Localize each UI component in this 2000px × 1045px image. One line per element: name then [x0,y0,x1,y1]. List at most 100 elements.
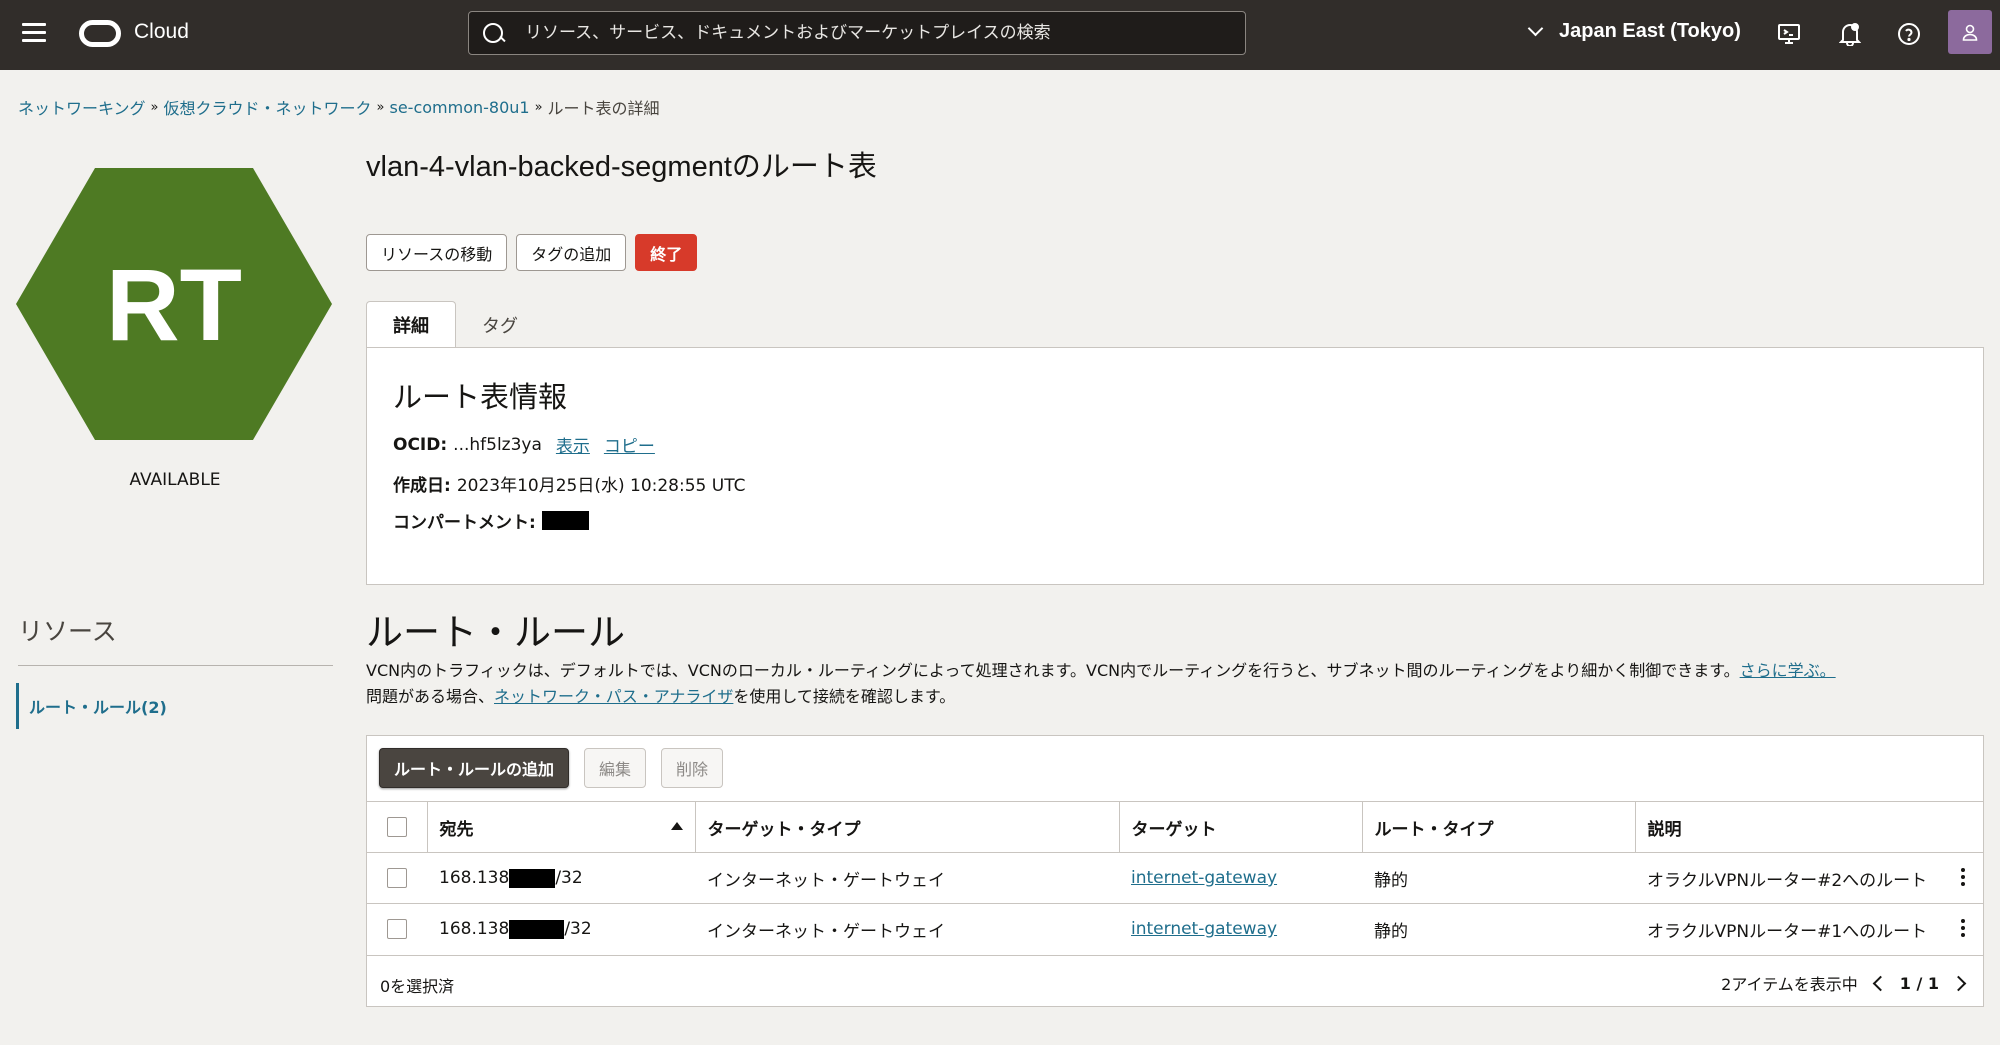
ocid-show-link[interactable]: 表示 [556,432,590,457]
ocid-label: OCID: [393,434,448,455]
breadcrumb-vcn-name[interactable]: se-common-80u1 [389,98,529,117]
row-select-cell [367,852,427,904]
terminate-button[interactable]: 終了 [635,234,698,271]
breadcrumb-vcn[interactable]: 仮想クラウド・ネットワーク [164,95,372,119]
pagination: 2アイテムを表示中 1 / 1 [1721,971,1971,995]
learn-more-link[interactable]: さらに学ぶ。 [1740,661,1836,680]
row-actions-menu-icon[interactable] [1955,866,1971,888]
destination-prefix: 168.138 [439,868,510,888]
target-link[interactable]: internet-gateway [1131,919,1277,939]
sort-ascending-icon[interactable] [670,821,683,830]
selected-count: 0を選択済 [380,977,455,996]
previous-page-icon[interactable] [1868,972,1890,994]
move-resource-button[interactable]: リソースの移動 [366,234,508,271]
search-icon [469,12,515,54]
compartment-row: コンパートメント: [393,508,589,533]
oracle-logo[interactable] [79,20,121,47]
detail-tabs: 詳細 タグ [366,301,544,349]
ocid-value: ...hf5lz3ya [453,434,542,455]
info-title: ルート表情報 [393,380,568,414]
tab-tags[interactable]: タグ [456,301,544,349]
add-tags-button[interactable]: タグの追加 [516,234,627,271]
brand-name[interactable]: Cloud [134,20,189,44]
top-bar: Cloud Japan East (Tokyo) [0,0,2000,70]
target-cell: internet-gateway [1119,903,1362,955]
search-input[interactable] [515,13,1245,53]
region-selector[interactable]: Japan East (Tokyo) [1527,20,1741,43]
route-type-cell: 静的 [1362,852,1635,904]
table-footer: 0を選択済 2アイテムを表示中 1 / 1 [367,955,1983,1007]
description-value: オラクルVPNルーター#1へのルート [1647,921,1928,942]
route-rules-table-panel: ルート・ルールの追加 編集 削除 宛先 ターゲット・タイプ ターゲット ルート・… [366,735,1984,1007]
column-header-target-type[interactable]: ターゲット・タイプ [694,801,1119,853]
destination-suffix: /32 [564,919,592,940]
route-rules-description: VCN内のトラフィックは、デフォルトでは、VCNのローカル・ルーティングによって… [366,658,1986,710]
page-title: vlan-4-vlan-backed-segmentのルート表 [366,151,877,183]
resource-route-rules-link[interactable]: ルート・ルール(2) [16,683,216,729]
hexagon-initials: RT [106,248,242,362]
destination-prefix: 168.138 [439,919,510,940]
search-bar[interactable] [468,11,1246,55]
menu-icon[interactable] [22,23,46,43]
ocid-row: OCID: ...hf5lz3ya 表示 コピー [393,432,655,458]
breadcrumb-current: ルート表の詳細 [547,99,660,118]
destination-redacted [509,919,565,939]
destination-redacted [509,868,556,888]
breadcrumb: ネットワーキング » 仮想クラウド・ネットワーク » se-common-80u… [18,95,660,119]
route-table-info-panel: ルート表情報 OCID: ...hf5lz3ya 表示 コピー 作成日: 202… [366,347,1984,585]
description-cell: オラクルVPNルーター#2へのルート [1635,852,1983,904]
resources-heading: リソース [18,617,117,646]
chevron-down-icon [1527,20,1544,37]
column-header-target[interactable]: ターゲット [1118,801,1362,853]
route-rules-heading: ルート・ルール [366,611,625,654]
column-header-route-type[interactable]: ルート・タイプ [1361,801,1635,853]
items-showing: 2アイテムを表示中 [1721,975,1858,994]
row-actions-menu-icon[interactable] [1955,917,1971,939]
ocid-copy-link[interactable]: コピー [604,432,655,457]
region-label: Japan East (Tokyo) [1559,20,1741,42]
edit-button[interactable]: 編集 [584,748,647,788]
created-label: 作成日: [393,476,451,496]
row-checkbox[interactable] [387,919,407,940]
created-value: 2023年10月25日(水) 10:28:55 UTC [456,476,746,496]
description-text-2: 問題がある場合、 [366,687,495,706]
breadcrumb-networking[interactable]: ネットワーキング [18,95,146,119]
breadcrumb-separator: » [534,99,543,115]
next-page-icon[interactable] [1949,972,1971,994]
help-icon[interactable] [1895,20,1923,48]
select-all-checkbox[interactable] [386,817,407,837]
network-path-analyzer-link[interactable]: ネットワーク・パス・アナライザ [494,687,733,706]
description-cell: オラクルVPNルーター#1へのルート [1635,903,1983,955]
tab-details[interactable]: 詳細 [366,301,456,349]
target-link[interactable]: internet-gateway [1131,868,1277,888]
delete-button[interactable]: 削除 [661,748,724,788]
column-label: 宛先 [439,819,474,840]
notification-bell-icon[interactable] [1836,20,1864,48]
breadcrumb-separator: » [150,99,159,115]
description-value: オラクルVPNルーター#2へのルート [1647,870,1928,891]
row-checkbox[interactable] [387,868,407,888]
table-row: 168.138/32 インターネット・ゲートウェイ internet-gatew… [367,903,1983,955]
cloud-shell-icon[interactable] [1775,20,1803,48]
created-row: 作成日: 2023年10月25日(水) 10:28:55 UTC [393,471,745,496]
route-rules-table: 宛先 ターゲット・タイプ ターゲット ルート・タイプ 説明 168.138/32… [367,801,1983,955]
target-type-cell: インターネット・ゲートウェイ [695,903,1119,955]
select-all-cell [367,801,427,853]
resources-divider [18,665,333,666]
route-table-hexagon-icon: RT [16,168,332,440]
column-header-destination[interactable]: 宛先 [426,801,695,853]
add-route-rule-button[interactable]: ルート・ルールの追加 [379,748,570,788]
row-select-cell [367,903,427,955]
table-header-row: 宛先 ターゲット・タイプ ターゲット ルート・タイプ 説明 [367,801,1983,853]
destination-suffix: /32 [555,868,583,888]
column-header-description[interactable]: 説明 [1634,801,1983,853]
description-text: VCN内のトラフィックは、デフォルトでは、VCNのローカル・ルーティングによって… [366,661,1740,680]
breadcrumb-separator: » [376,99,385,115]
table-toolbar: ルート・ルールの追加 編集 削除 [379,748,724,788]
target-type-cell: インターネット・ゲートウェイ [695,852,1119,904]
description-text-3: を使用して接続を確認します。 [733,687,956,706]
user-avatar[interactable] [1948,10,1992,54]
action-buttons: リソースの移動 タグの追加 終了 [366,234,698,271]
compartment-label: コンパートメント: [393,513,536,533]
route-type-cell: 静的 [1362,903,1635,955]
